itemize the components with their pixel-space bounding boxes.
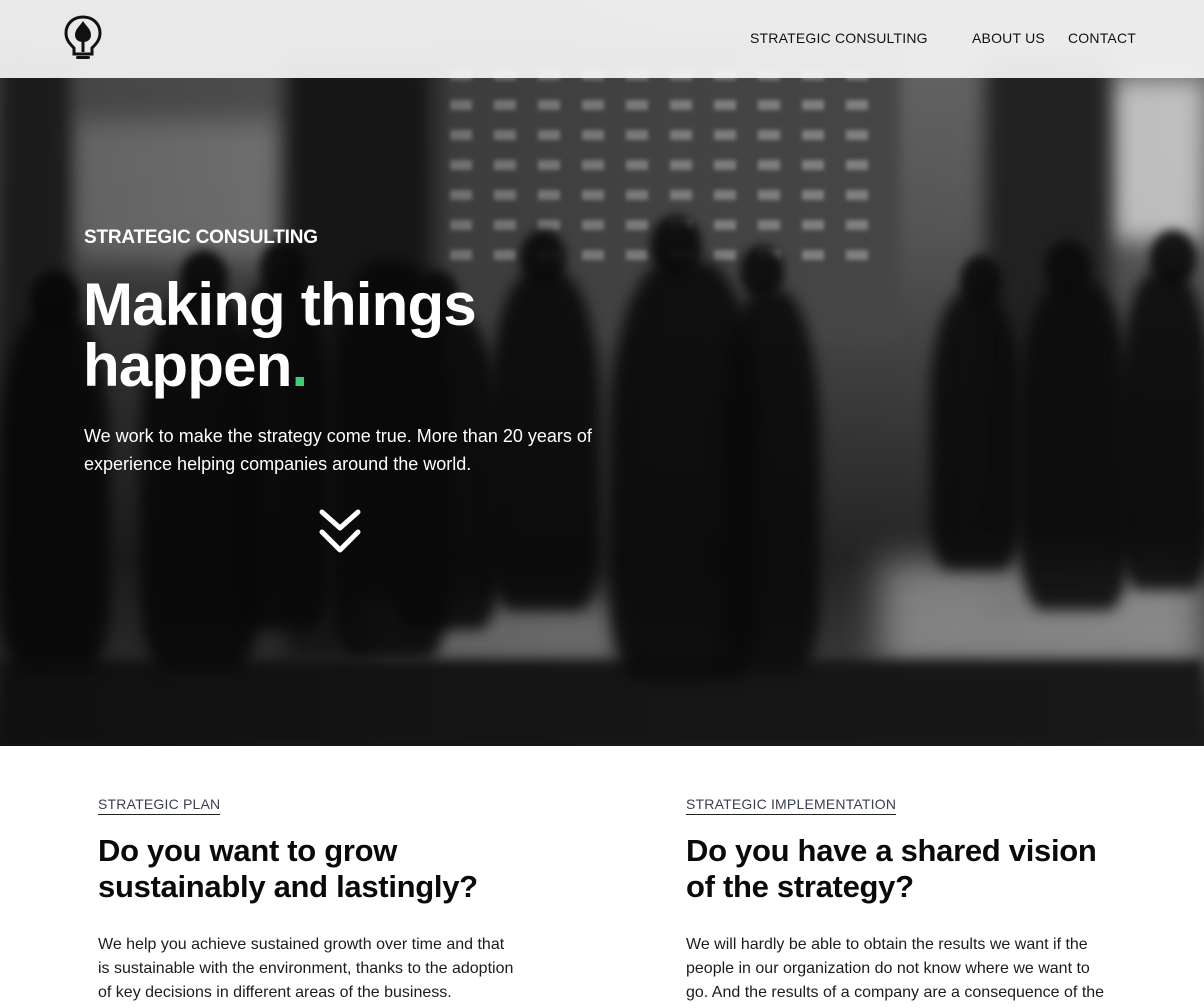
section-title: Do you have a shared vision of the strat… — [686, 833, 1097, 904]
nav-about-us[interactable]: ABOUT US — [972, 30, 1045, 46]
section-body: We help you achieve sustained growth ove… — [98, 936, 514, 1001]
double-chevron-down-icon[interactable] — [318, 508, 362, 558]
section-tag[interactable]: STRATEGIC IMPLEMENTATION — [686, 796, 897, 815]
lightbulb-tree-icon[interactable] — [63, 14, 103, 62]
hero-eyebrow: STRATEGIC CONSULTING — [84, 227, 318, 248]
nav-contact[interactable]: CONTACT — [1068, 30, 1136, 46]
hero-headline-line1: Making things — [83, 271, 477, 338]
section-title: Do you want to grow sustainably and last… — [98, 833, 478, 904]
hero-lead-text: We work to make the strategy come true. … — [84, 426, 592, 474]
hero-accent-dot: . — [291, 332, 309, 399]
site-header: STRATEGIC CONSULTING ABOUT US CONTACT — [0, 0, 1204, 78]
section-strategic-implementation: STRATEGIC IMPLEMENTATION Do you have a s… — [686, 796, 1116, 1008]
hero-headline-line2: happen — [83, 332, 292, 399]
hero-headline: Making things happen. — [83, 271, 477, 399]
section-strategic-plan: STRATEGIC PLAN Do you want to grow susta… — [98, 796, 528, 1005]
nav-strategic-consulting[interactable]: STRATEGIC CONSULTING — [750, 30, 928, 46]
section-tag[interactable]: STRATEGIC PLAN — [98, 796, 221, 815]
section-body: We will hardly be able to obtain the res… — [686, 936, 1105, 1001]
